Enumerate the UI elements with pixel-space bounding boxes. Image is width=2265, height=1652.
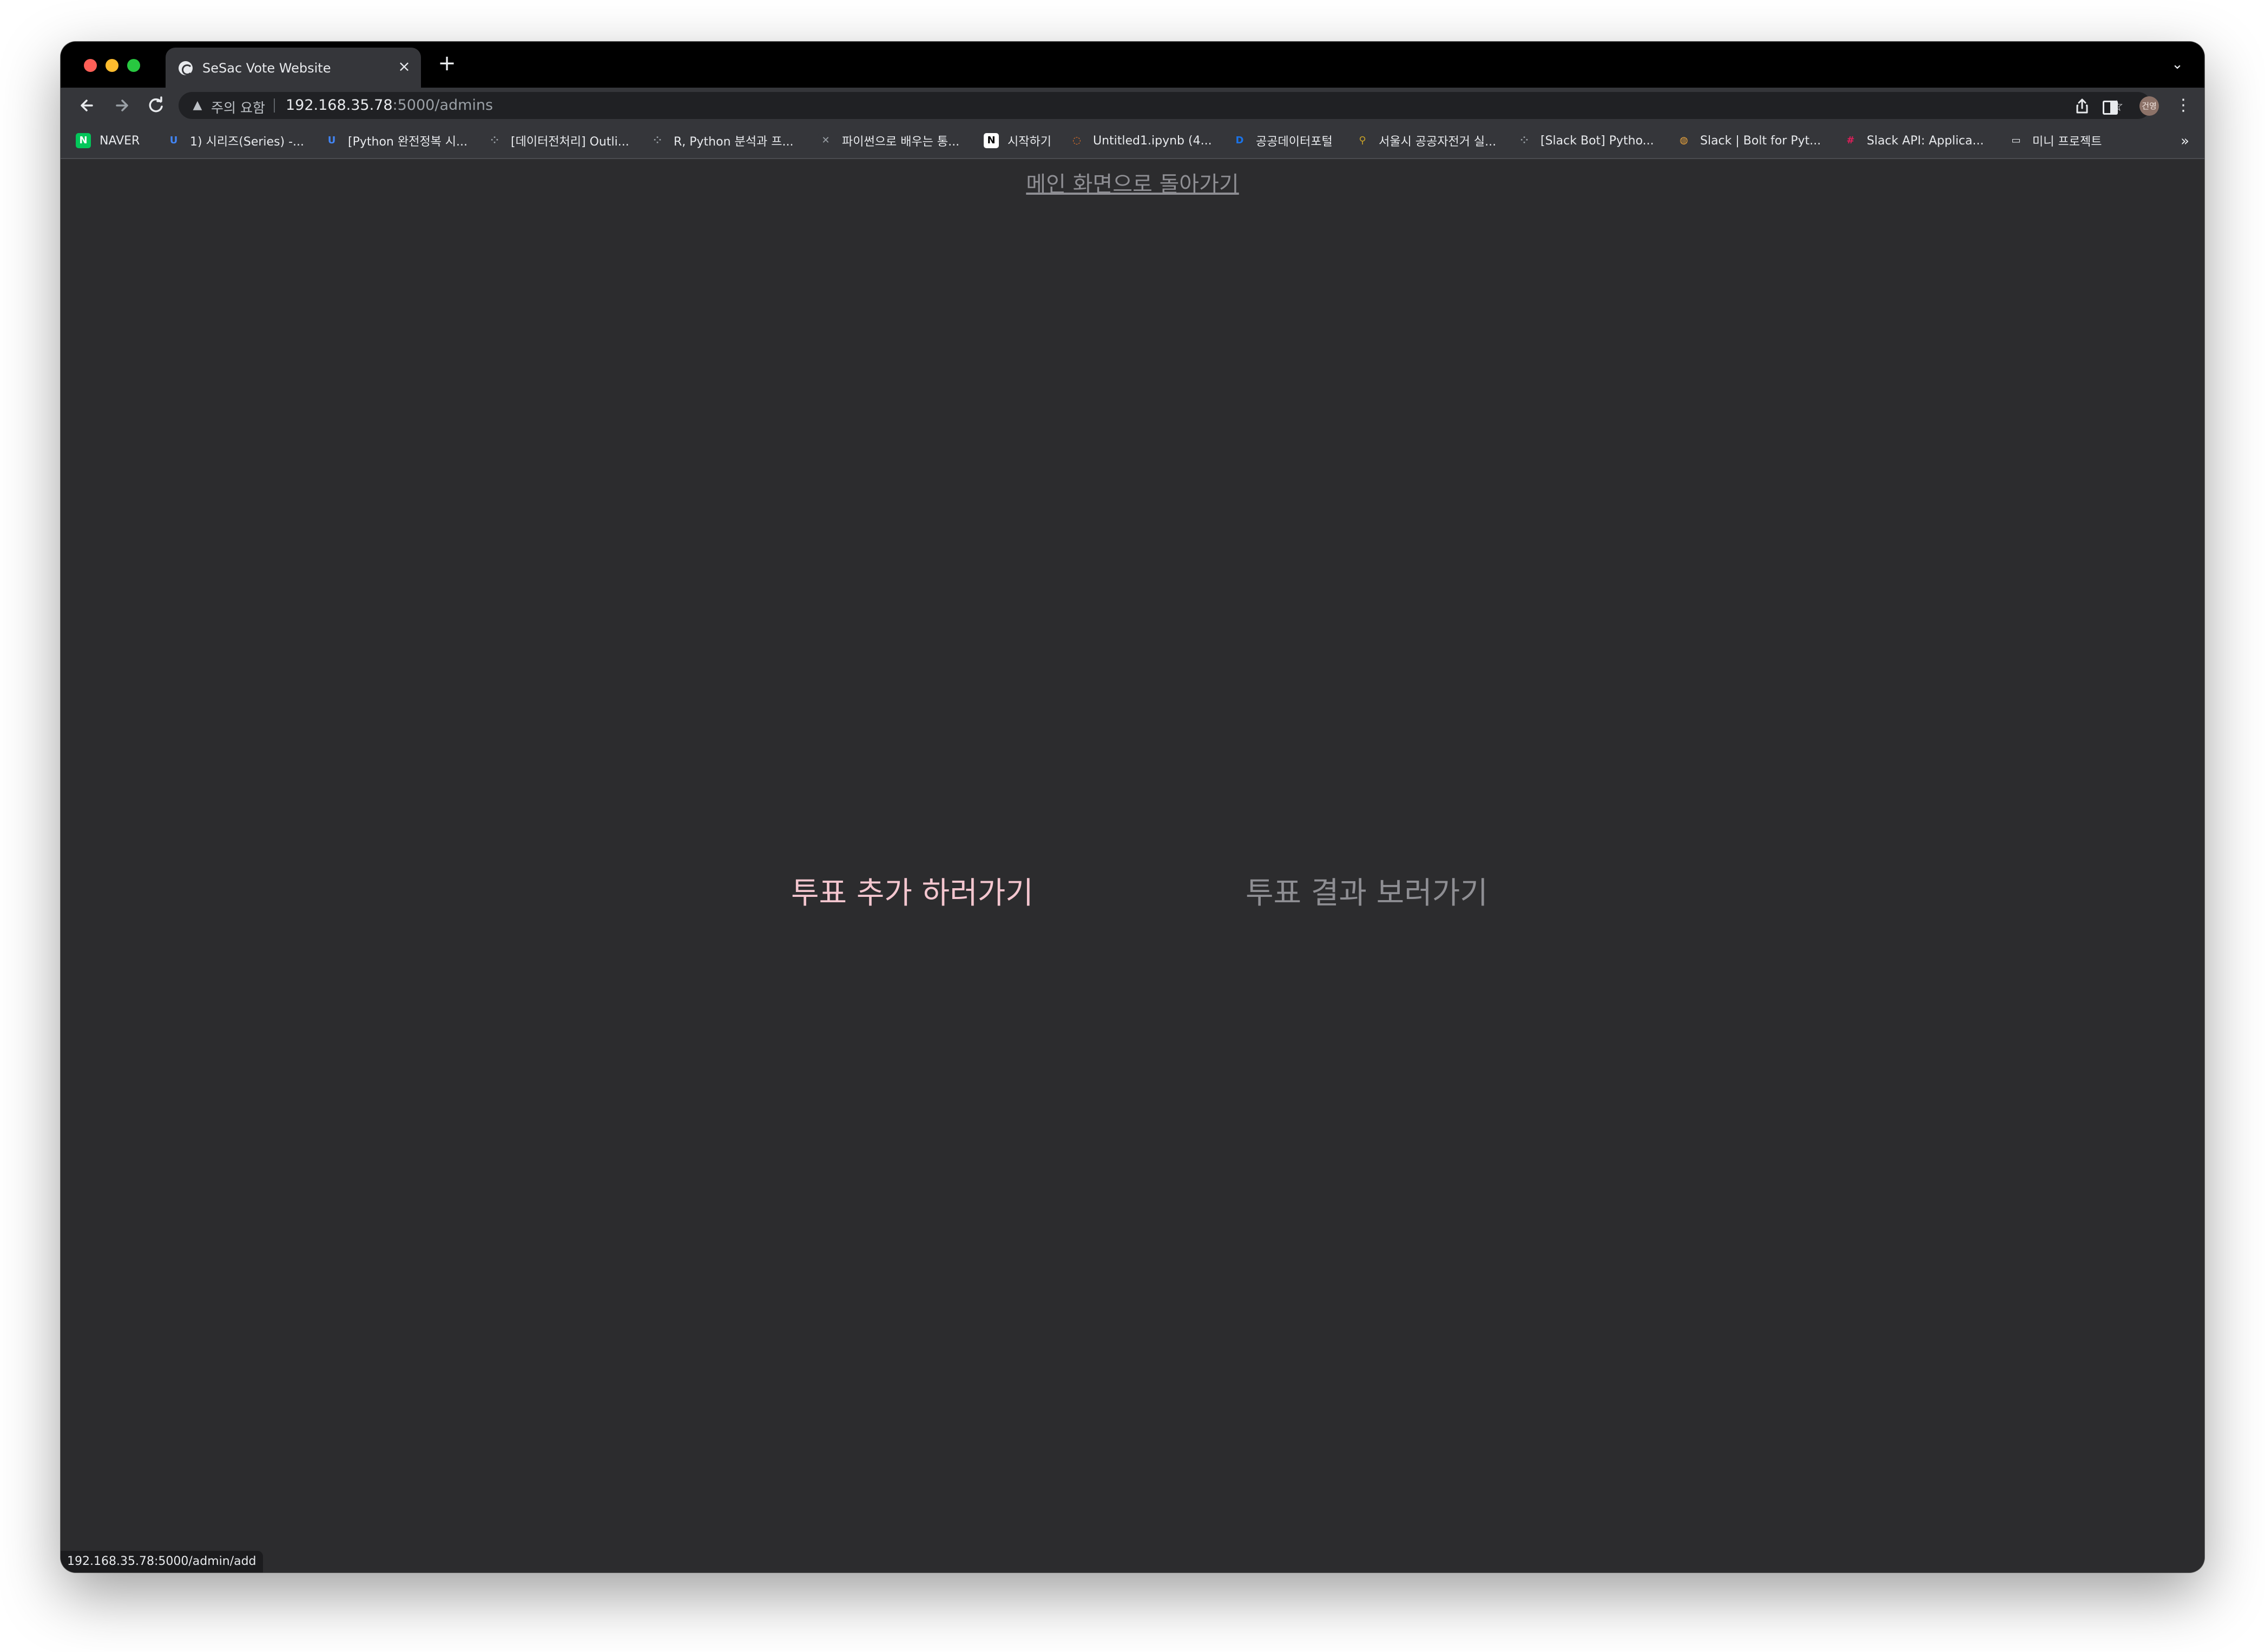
bookmark-item[interactable]: ⁘ [Slack Bot] Pytho...: [1517, 131, 1654, 150]
url-host: 192.168.35.78: [286, 97, 393, 114]
add-vote-link[interactable]: 투표 추가 하러가기: [791, 869, 1033, 913]
address-divider: [274, 98, 275, 113]
share-glyph: [2076, 98, 2088, 114]
share-icon[interactable]: [2072, 96, 2092, 116]
tab-strip: SeSac Vote Website × + ⌄: [61, 42, 2204, 88]
bookmark-item[interactable]: U 1) 시리즈(Series) -...: [166, 131, 304, 150]
bookmark-item[interactable]: # Slack API: Applica...: [1843, 131, 1984, 150]
bookmark-item[interactable]: ▭ 미니 프로젝트: [2009, 131, 2102, 150]
bookmark-item[interactable]: U [Python 완전정복 시...: [324, 131, 468, 150]
bookmark-item[interactable]: ✕ 파이썬으로 배우는 통...: [818, 131, 959, 150]
bookmark-label: [Slack Bot] Pytho...: [1540, 134, 1654, 148]
bookmark-label: [Python 완전정복 시...: [348, 135, 468, 149]
zoom-window-button[interactable]: [127, 59, 140, 72]
velog-icon: U: [166, 133, 181, 148]
bookmarks-bar: N NAVER U 1) 시리즈(Series) -... U [Python 완전정복 …: [61, 123, 2204, 159]
bookmark-item[interactable]: ◍ Slack | Bolt for Pyt...: [1676, 131, 1821, 150]
status-url-bubble: 192.168.35.78:5000/admin/add: [61, 1551, 263, 1572]
bookmark-item[interactable]: N 시작하기: [984, 131, 1051, 150]
tab-active[interactable]: SeSac Vote Website ×: [166, 48, 421, 88]
minimize-window-button[interactable]: [106, 59, 118, 72]
tistory-icon: ⁘: [487, 133, 502, 148]
bookmark-label: 1) 시리즈(Series) -...: [190, 135, 305, 149]
bookmark-label: Untitled1.ipynb (4...: [1093, 134, 1212, 148]
bolt-icon: ◍: [1676, 133, 1691, 148]
notion-icon: N: [984, 133, 999, 148]
reload-button[interactable]: [144, 94, 167, 117]
book-icon: ✕: [818, 133, 833, 148]
bookmarks-overflow-button[interactable]: »: [2181, 133, 2189, 149]
back-to-main-link[interactable]: 메인 화면으로 돌아가기: [61, 167, 2204, 198]
tab-close-icon[interactable]: ×: [396, 58, 412, 75]
bookmark-item[interactable]: N NAVER: [76, 131, 140, 150]
bookmark-label: NAVER: [100, 134, 140, 148]
kebab-menu-icon[interactable]: ⋮: [2175, 95, 2191, 116]
page-content: 메인 화면으로 돌아가기 투표 추가 하러가기 투표 결과 보러가기 192.1…: [61, 159, 2204, 1572]
side-panel-icon[interactable]: [2103, 101, 2118, 115]
avatar[interactable]: 건영: [2139, 96, 2159, 116]
tab-title: SeSac Vote Website: [202, 61, 331, 76]
forward-button[interactable]: [110, 94, 133, 117]
address-bar[interactable]: ▲ 주의 요함 192.168.35.78:5000/admins ☆: [179, 92, 2151, 119]
tistory-icon: ⁘: [1517, 133, 1532, 148]
jupyter-icon: ◌: [1069, 133, 1084, 148]
folder-icon: ▭: [2009, 133, 2024, 148]
bookmark-label: 파이썬으로 배우는 통...: [842, 135, 960, 149]
tab-search-icon[interactable]: ⌄: [2167, 54, 2188, 75]
naver-icon: N: [76, 133, 91, 148]
close-window-button[interactable]: [84, 59, 97, 72]
bookmark-label: Slack API: Applica...: [1867, 134, 1984, 148]
bookmark-label: [데이터전처리] Outli...: [511, 135, 629, 149]
bookmark-item[interactable]: ◌ Untitled1.ipynb (4...: [1069, 131, 1212, 150]
bookmark-label: 공공데이터포털: [1256, 135, 1333, 149]
new-tab-button[interactable]: +: [436, 52, 458, 74]
tistory-icon: ⁘: [650, 133, 665, 148]
url-text[interactable]: 192.168.35.78:5000/admins: [286, 97, 493, 114]
back-button[interactable]: [76, 94, 98, 117]
bookmark-label: 미니 프로젝트: [2032, 135, 2102, 149]
slack-icon: #: [1843, 133, 1858, 148]
url-path: :5000/admins: [392, 97, 493, 114]
warning-icon[interactable]: ▲: [190, 99, 205, 112]
velog-icon: U: [324, 133, 339, 148]
security-label[interactable]: 주의 요함: [211, 97, 265, 117]
bookmark-label: 시작하기: [1008, 135, 1051, 149]
vote-results-link[interactable]: 투표 결과 보러가기: [1246, 869, 1488, 913]
arrow-left-icon: [81, 100, 93, 111]
bookmark-label: R, Python 분석과 프...: [674, 135, 794, 149]
bookmark-label: 서울시 공공자전거 실...: [1379, 135, 1497, 149]
bookmark-item[interactable]: ⁘ R, Python 분석과 프...: [650, 131, 793, 150]
globe-icon: [179, 61, 193, 75]
browser-toolbar: ▲ 주의 요함 192.168.35.78:5000/admins ☆ 건영 ⋮: [61, 88, 2204, 123]
bookmark-label: Slack | Bolt for Pyt...: [1700, 134, 1821, 148]
data-portal-icon: D: [1232, 133, 1247, 148]
reload-icon: [149, 96, 163, 113]
browser-window: SeSac Vote Website × + ⌄ ▲ 주의 요함 192.168…: [61, 42, 2204, 1572]
bike-icon: ⚲: [1355, 133, 1370, 148]
bookmark-item[interactable]: ⁘ [데이터전처리] Outli...: [487, 131, 629, 150]
bookmark-item[interactable]: ⚲ 서울시 공공자전거 실...: [1355, 131, 1496, 150]
arrow-right-icon: [116, 100, 128, 111]
bookmark-item[interactable]: D 공공데이터포털: [1232, 131, 1333, 150]
